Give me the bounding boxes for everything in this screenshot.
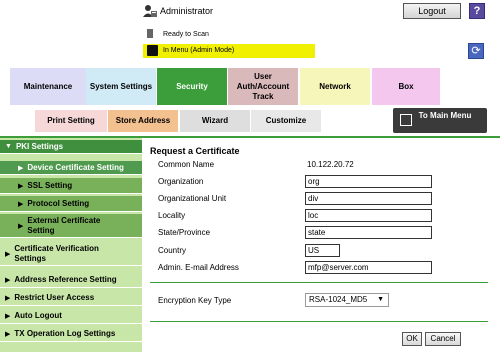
triangle-right-icon: ▶	[18, 182, 24, 190]
sidebar-item-auto-logout[interactable]: ▶ Auto Logout	[0, 308, 142, 324]
sidebar-item-address-reference-setting[interactable]: ▶ Address Reference Setting	[0, 272, 142, 288]
sidebar-item-ssl-setting[interactable]: ▶ SSL Setting	[0, 178, 142, 194]
encryption-key-type-select[interactable]: RSA-1024_MD5 ▼	[305, 293, 389, 307]
sidebar-item-label: External Certificate Setting	[27, 215, 101, 235]
scan-status-text: Ready to Scan	[163, 31, 209, 38]
sidebar-item-label: PKI Settings	[15, 141, 64, 151]
sidebar-item-label: SSL Setting	[27, 180, 73, 190]
triangle-right-icon: ▶	[5, 250, 11, 258]
common-name-value: 10.122.20.72	[307, 160, 354, 169]
email-field[interactable]	[305, 261, 432, 274]
triangle-right-icon: ▶	[5, 330, 11, 338]
locality-field[interactable]	[305, 209, 432, 222]
tab-wizard[interactable]: Wizard	[180, 110, 250, 132]
organization-field[interactable]	[305, 175, 432, 188]
cancel-button[interactable]: Cancel	[425, 332, 461, 346]
scanner-icon	[147, 29, 153, 38]
sidebar-item-restrict-user-access[interactable]: ▶ Restrict User Access	[0, 290, 142, 306]
logout-button[interactable]: Logout	[403, 3, 461, 19]
org-unit-label: Organizational Unit	[158, 194, 227, 203]
mode-status-text: In Menu (Admin Mode)	[163, 47, 235, 54]
admin-username: Administrator	[160, 6, 214, 16]
admin-user-icon	[143, 5, 157, 17]
tab-security[interactable]: Security	[157, 68, 227, 105]
sidebar-item-device-certificate-setting[interactable]: ▶ Device Certificate Setting	[0, 161, 142, 175]
encryption-key-type-label: Encryption Key Type	[158, 296, 232, 305]
common-name-label: Common Name	[158, 160, 215, 169]
ok-button[interactable]: OK	[402, 332, 422, 346]
sidebar-item-label: Protocol Setting	[27, 198, 90, 208]
triangle-right-icon: ▶	[18, 164, 24, 172]
tab-maintenance[interactable]: Maintenance	[10, 68, 86, 105]
triangle-down-icon: ▼	[5, 143, 12, 150]
sidebar-item-external-certificate-setting[interactable]: ▶ External Certificate Setting	[0, 214, 142, 238]
country-label: Country	[158, 246, 187, 255]
tab-store-address[interactable]: Store Address	[108, 110, 178, 132]
refresh-icon[interactable]: ⟳	[468, 43, 484, 59]
triangle-right-icon: ▶	[18, 200, 24, 208]
sidebar-item-tx-operation-log-settings[interactable]: ▶ TX Operation Log Settings	[0, 326, 142, 342]
triangle-right-icon: ▶	[5, 312, 11, 320]
locality-label: Locality	[158, 211, 186, 220]
sidebar-item-label: TX Operation Log Settings	[14, 328, 116, 338]
triangle-right-icon: ▶	[5, 276, 11, 284]
org-unit-field[interactable]	[305, 192, 432, 205]
lock-icon	[147, 45, 158, 56]
help-icon[interactable]: ?	[469, 3, 485, 19]
to-main-menu-label: To Main Menu	[418, 111, 472, 120]
sidebar-item-certificate-verification-settings[interactable]: ▶ Certificate Verification Settings	[0, 242, 142, 266]
state-field[interactable]	[305, 226, 432, 239]
tab-customize[interactable]: Customize	[251, 110, 321, 132]
sidebar-item-pki-settings[interactable]: ▼ PKI Settings	[0, 140, 142, 154]
triangle-right-icon: ▶	[18, 222, 24, 230]
state-label: State/Province	[158, 228, 211, 237]
chevron-down-icon: ▼	[377, 296, 384, 303]
organization-label: Organization	[158, 177, 204, 186]
triangle-right-icon: ▶	[5, 294, 11, 302]
main-menu-icon	[400, 114, 412, 126]
tab-network[interactable]: Network	[300, 68, 370, 105]
country-field[interactable]	[305, 244, 340, 257]
sidebar-item-label: Device Certificate Setting	[27, 162, 124, 172]
sidebar-item-protocol-setting[interactable]: ▶ Protocol Setting	[0, 196, 142, 212]
page-title: Request a Certificate	[150, 146, 240, 156]
tab-box[interactable]: Box	[372, 68, 440, 105]
form-divider	[150, 282, 488, 283]
sidebar-item-label: Address Reference Setting	[14, 274, 117, 284]
tab-print-setting[interactable]: Print Setting	[35, 110, 107, 132]
tab-system-settings[interactable]: System Settings	[86, 68, 156, 105]
sidebar-item-label: Certificate Verification Settings	[14, 243, 99, 263]
sidebar-item-label: Auto Logout	[14, 310, 62, 320]
email-label: Admin. E-mail Address	[158, 263, 239, 272]
encryption-key-type-value: RSA-1024_MD5	[309, 295, 368, 304]
sidebar-item-label: Restrict User Access	[14, 292, 95, 302]
tab-user-auth-account-track[interactable]: User Auth/Account Track	[228, 68, 298, 105]
form-divider	[150, 321, 488, 322]
